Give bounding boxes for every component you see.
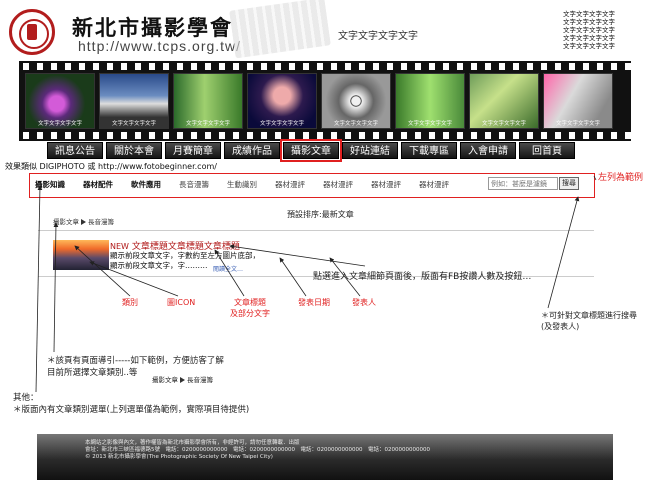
nav-news[interactable]: 訊息公告	[47, 142, 103, 159]
summary-line: 顯示前段文章文字，字數約至左方圖片底部，	[110, 251, 260, 260]
other-note: 其他： ＊版面內有文章類別選單(上列選單僅為範例，實際項目待提供)	[13, 392, 249, 416]
corner-line: 文字文字文字文字	[563, 42, 615, 50]
label-article-title: 文章標題 及部分文字	[230, 298, 270, 318]
society-logo[interactable]	[9, 9, 55, 55]
other-note-line: ＊版面內有文章類別選單(上列選單僅為範例，實際項目待提供)	[13, 405, 250, 415]
detail-page-note: 點選進入文章細節頁面後，版面有FB按讚人數及按鈕…	[313, 272, 532, 282]
category-knowledge[interactable]: 攝影知識	[35, 179, 65, 190]
category-menu: 攝影知識 器材配件 軟件應用 長音漫籌 生動識別 器材漫評 器材漫評 器材漫評 …	[35, 177, 449, 192]
breadcrumb-note-line: ＊該頁有頁面導引-----如下範例，方便訪客了解	[47, 356, 224, 366]
breadcrumb-current[interactable]: 長音漫籌	[88, 218, 114, 226]
category-item[interactable]: 器材漫評	[275, 179, 305, 190]
nav-downloads[interactable]: 下載專區	[401, 142, 457, 159]
category-item[interactable]: 器材漫評	[419, 179, 449, 190]
nav-links[interactable]: 好站連結	[342, 142, 398, 159]
site-url[interactable]: http://www.tcps.org.tw/	[78, 38, 241, 54]
banner-photo-night[interactable]: 文字文字文字文字	[247, 73, 317, 129]
film-holes	[19, 132, 631, 139]
corner-line: 文字文字文字文字	[563, 26, 615, 34]
footer-copyright: © 2013 新北市攝影學會(The Photographic Society …	[85, 454, 273, 461]
nav-home[interactable]: 回首頁	[519, 142, 575, 159]
nav-results[interactable]: 成績作品	[224, 142, 280, 159]
banner-photo-memorial[interactable]: 文字文字文字文字	[99, 73, 169, 129]
range-note: 左列為範例	[598, 173, 644, 183]
breadcrumb: 攝影文章 長音漫籌	[53, 216, 114, 226]
search-input[interactable]	[488, 177, 558, 190]
label-author: 發表人	[352, 298, 376, 307]
corner-line: 文字文字文字文字	[563, 18, 615, 26]
banner-photo-flower[interactable]: 文字文字文字文字	[25, 73, 95, 129]
nav-articles[interactable]: 攝影文章	[280, 139, 342, 162]
film-holes	[19, 63, 631, 70]
category-equipment[interactable]: 器材配件	[83, 179, 113, 190]
divider	[38, 230, 594, 231]
category-item[interactable]: 長音漫籌	[179, 179, 209, 190]
article-thumbnail[interactable]	[53, 240, 109, 270]
label-icon: 圖ICON	[167, 298, 196, 307]
footer-text: 本網站之影像與內文，著作權皆為新北市攝影學會所有，非經許可，請勿任意轉載．出版 …	[85, 440, 430, 462]
main-nav: 訊息公告 關於本會 月賽簡章 成績作品 攝影文章 好站連結 下載專區 入會申請 …	[47, 139, 575, 162]
banner-photo-bird-2[interactable]: 文字文字文字文字	[469, 73, 539, 129]
search-note-line: (及發表人)	[541, 322, 580, 331]
breadcrumb-arrow-icon	[180, 377, 185, 383]
corner-line: 文字文字文字文字	[563, 10, 615, 18]
header-text: 文字文字文字文字	[338, 31, 418, 42]
search-note: ＊可針對文章標題進行搜尋 (及發表人)	[541, 310, 637, 332]
nav-monthly-contest[interactable]: 月賽簡章	[165, 142, 221, 159]
category-item[interactable]: 生動識別	[227, 179, 257, 190]
label-category: 類別	[122, 298, 138, 307]
banner-photo-pandas[interactable]: 文字文字文字文字	[173, 73, 243, 129]
banner-film-strip: 文字文字文字文字 文字文字文字文字 文字文字文字文字 文字文字文字文字 文字文字…	[19, 61, 631, 141]
breadcrumb-root: 攝影文章	[152, 376, 178, 384]
corner-line: 文字文字文字文字	[563, 34, 615, 42]
corner-text-block: 文字文字文字文字 文字文字文字文字 文字文字文字文字 文字文字文字文字 文字文字…	[563, 10, 621, 50]
label-post-date: 發表日期	[298, 298, 330, 307]
other-note-line: 其他：	[13, 393, 39, 403]
effect-note: 效果類似 DIGIPHOTO 或 http://www.fotobeginner…	[5, 162, 217, 171]
breadcrumb-root[interactable]: 攝影文章	[53, 218, 79, 226]
breadcrumb-arrow-icon	[81, 219, 86, 225]
film-decoration	[229, 0, 331, 59]
sort-label[interactable]: 預設排序:最新文章	[287, 209, 354, 220]
search-note-line: ＊可針對文章標題進行搜尋	[541, 311, 637, 320]
new-badge: NEW	[110, 242, 129, 251]
category-item[interactable]: 器材漫評	[371, 179, 401, 190]
breadcrumb-current: 長音漫籌	[187, 376, 213, 384]
banner-photo-bird[interactable]: 文字文字文字文字	[395, 73, 465, 129]
breadcrumb-example: 攝影文章 長音漫籌	[152, 374, 213, 384]
nav-join[interactable]: 入會申請	[460, 142, 516, 159]
category-software[interactable]: 軟件應用	[131, 179, 161, 190]
nav-about[interactable]: 關於本會	[106, 142, 162, 159]
category-item[interactable]: 器材漫評	[323, 179, 353, 190]
search-button[interactable]: 搜尋	[559, 177, 579, 190]
read-more-link[interactable]: 閱讀全文…	[213, 264, 243, 273]
banner-photo-petals[interactable]: 文字文字文字文字	[543, 73, 613, 129]
banner-photo-pandas-crowd[interactable]: 文字文字文字文字	[321, 73, 391, 129]
